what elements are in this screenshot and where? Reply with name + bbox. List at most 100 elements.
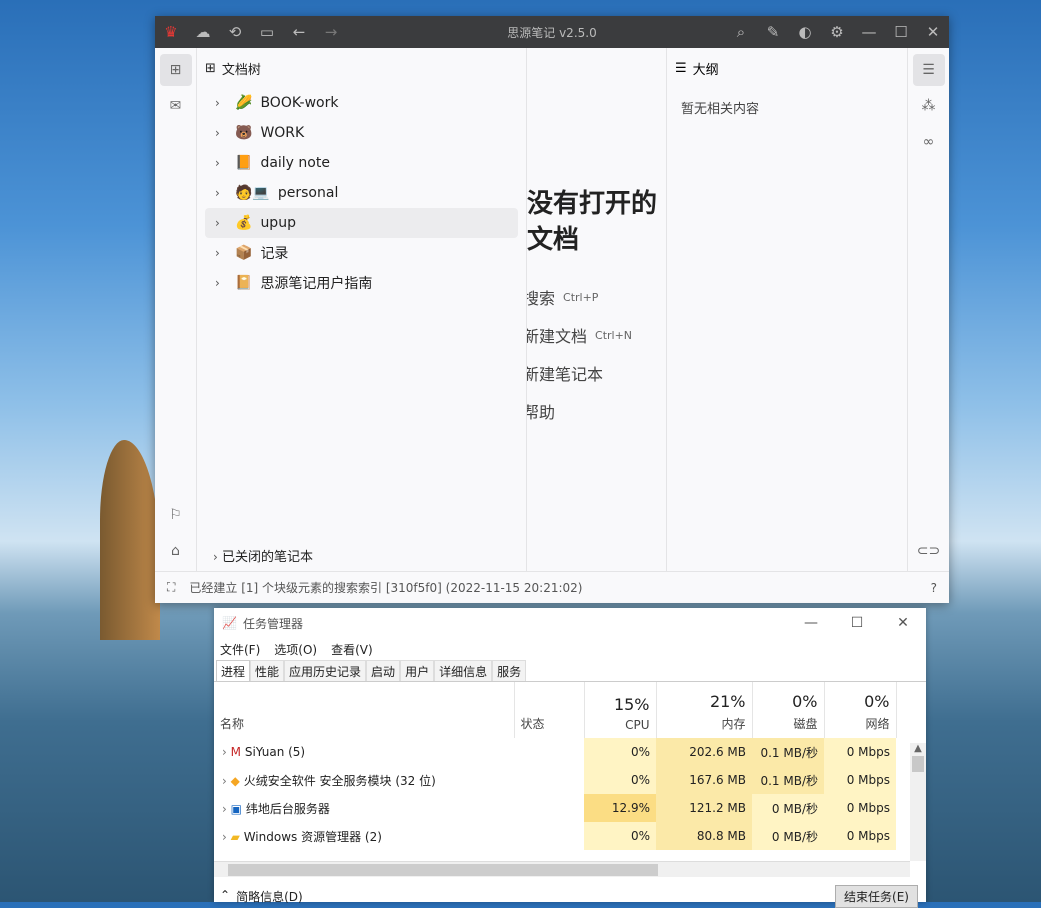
minimize-icon[interactable]: —: [788, 615, 834, 631]
process-icon: ◆: [230, 773, 240, 788]
process-row[interactable]: › M SiYuan (5) 0% 202.6 MB 0.1 MB/秒 0 Mbps: [214, 738, 910, 766]
empty-title: 没有打开的文档: [527, 189, 658, 255]
process-row[interactable]: › ◆ 火绒安全软件 安全服务模块 (32 位) 0% 167.6 MB 0.1 MB…: [214, 766, 910, 794]
action-shortcut: Ctrl+P: [563, 290, 599, 304]
dock-toggle-icon[interactable]: ⛶: [167, 580, 175, 595]
status-bar: ⛶ 已经建立 [1] 个块级元素的搜索索引 [310f5f0] (2022-11…: [155, 571, 949, 603]
back-icon[interactable]: ←: [283, 23, 315, 41]
bookmark-icon[interactable]: ⚐: [160, 499, 192, 531]
history-icon[interactable]: ⟲: [219, 23, 251, 41]
chevron-right-icon[interactable]: ›: [215, 186, 227, 200]
fewer-details-button[interactable]: ⌃ 简略信息(D): [220, 888, 303, 905]
notebook-label: personal: [277, 185, 339, 201]
chevron-right-icon[interactable]: ›: [215, 276, 227, 290]
tab[interactable]: 用户: [400, 660, 435, 681]
fewer-details-label: 简略信息(D): [236, 890, 303, 904]
chevron-right-icon[interactable]: ›: [215, 126, 227, 140]
tab[interactable]: 详细信息: [434, 660, 493, 681]
horizontal-scrollbar[interactable]: [214, 861, 910, 877]
chevron-right-icon[interactable]: ›: [222, 745, 227, 759]
process-icon: ▣: [230, 801, 242, 816]
notebook-item[interactable]: › 🧑💻 personal: [197, 178, 526, 208]
col-status[interactable]: 状态: [521, 715, 578, 738]
theme-icon[interactable]: ◐: [789, 23, 821, 41]
minimize-icon[interactable]: —: [853, 23, 885, 41]
maximize-icon[interactable]: ☐: [885, 23, 917, 41]
menu-item[interactable]: 查看(V): [331, 641, 373, 658]
action-label: 新建笔记本: [527, 365, 604, 384]
vertical-scrollbar[interactable]: ▲: [910, 743, 926, 861]
calendar-icon[interactable]: ▭: [251, 23, 283, 41]
notebook-item[interactable]: › 🌽 BOOK-work: [197, 88, 526, 118]
panel-title: 文档树: [221, 62, 261, 78]
inbox-icon[interactable]: ✉: [160, 90, 192, 122]
close-icon[interactable]: ✕: [917, 23, 949, 41]
tab[interactable]: 性能: [250, 660, 285, 681]
mem-cell: 80.8 MB: [656, 822, 752, 850]
editor-action[interactable]: 搜索 Ctrl+P: [527, 278, 666, 316]
chevron-right-icon[interactable]: ›: [222, 830, 227, 844]
process-row[interactable]: › ▰ Windows 资源管理器 (2) 0% 80.8 MB 0 MB/秒 0 Mb…: [214, 822, 910, 850]
file-tree-panel: ⊞ 文档树 › 🌽 BOOK-work › 🐻 WORK › 📙 daily note › 🧑💻 per…: [197, 48, 527, 571]
editor-action[interactable]: 新建文档 Ctrl+N: [527, 316, 666, 354]
notebook-item[interactable]: › 📔 思源笔记用户指南: [197, 268, 526, 298]
end-task-button[interactable]: 结束任务(E): [835, 885, 918, 908]
net-cell: 0 Mbps: [824, 822, 896, 850]
col-cpu[interactable]: CPU: [585, 718, 649, 738]
outline-icon[interactable]: ☰: [912, 54, 945, 86]
notebook-label: daily note: [260, 155, 330, 171]
mem-cell: 121.2 MB: [656, 794, 752, 822]
net-cell: 0 Mbps: [824, 766, 896, 794]
pencil-icon[interactable]: ✎: [757, 23, 789, 41]
search-icon[interactable]: ⌕: [725, 23, 757, 41]
crown-icon[interactable]: ♛: [155, 23, 187, 41]
tag-icon[interactable]: ⌂: [160, 535, 192, 567]
notebook-item[interactable]: › 💰 upup: [205, 208, 518, 238]
chevron-right-icon[interactable]: ›: [215, 156, 227, 170]
chevron-right-icon[interactable]: ›: [215, 96, 227, 110]
process-table: 名称 状态 15% CPU 21% 内存 0% 磁盘 0% 网络 › M SiYuan …: [214, 682, 910, 850]
action-label: 新建文档: [527, 327, 588, 346]
notebook-label: 思源笔记用户指南: [260, 276, 373, 292]
chevron-right-icon[interactable]: ›: [222, 774, 227, 788]
cloud-icon[interactable]: ☁: [187, 23, 219, 41]
cpu-cell: 12.9%: [584, 794, 656, 822]
editor-action[interactable]: 新建笔记本: [527, 354, 666, 392]
outline-empty: 暂无相关内容: [681, 102, 760, 117]
chevron-right-icon[interactable]: ›: [215, 216, 227, 230]
notebook-label: 记录: [260, 246, 289, 262]
menu-item[interactable]: 文件(F): [220, 641, 260, 658]
window-title: 任务管理器: [242, 616, 303, 631]
col-net[interactable]: 网络: [825, 715, 889, 738]
process-row[interactable]: › ▣ 纬地后台服务器 12.9% 121.2 MB 0 MB/秒 0 Mbps: [214, 794, 910, 822]
task-manager-window: 📈 任务管理器 — ☐ ✕ 文件(F) 选项(O) 查看(V) 进程 性能 应用历史记录 启动用…: [214, 608, 926, 908]
closed-notebooks[interactable]: › 已关闭的笔记本: [213, 546, 313, 565]
tab[interactable]: 应用历史记录: [284, 660, 367, 681]
tab[interactable]: 进程: [216, 660, 251, 681]
tab[interactable]: 服务: [492, 660, 527, 681]
graph-icon[interactable]: ⁂: [913, 90, 945, 122]
notebook-item[interactable]: › 📙 daily note: [197, 148, 526, 178]
chevron-right-icon[interactable]: ›: [222, 802, 227, 816]
help-icon[interactable]: ?: [931, 581, 937, 595]
notebook-item[interactable]: › 📦 记录: [197, 238, 526, 268]
notebook-icon: 📙: [235, 155, 253, 171]
notebook-item[interactable]: › 🐻 WORK: [197, 118, 526, 148]
maximize-icon[interactable]: ☐: [834, 615, 880, 631]
col-mem[interactable]: 内存: [657, 715, 745, 738]
net-cell: 0 Mbps: [824, 794, 896, 822]
chevron-right-icon[interactable]: ›: [215, 246, 227, 260]
forward-icon[interactable]: →: [315, 23, 347, 41]
backlink-icon[interactable]: ⊂⊃: [913, 535, 945, 567]
col-name[interactable]: 名称: [220, 715, 508, 738]
global-graph-icon[interactable]: ∞: [913, 126, 945, 158]
editor-action[interactable]: 帮助: [527, 392, 666, 430]
disk-total: 0%: [792, 692, 818, 711]
file-tree-icon[interactable]: ⊞: [159, 54, 192, 86]
menu-item[interactable]: 选项(O): [274, 641, 317, 658]
col-disk[interactable]: 磁盘: [753, 715, 817, 738]
mem-cell: 167.6 MB: [656, 766, 752, 794]
gear-icon[interactable]: ⚙: [821, 23, 853, 41]
tab[interactable]: 启动: [366, 660, 401, 681]
close-icon[interactable]: ✕: [880, 615, 926, 631]
